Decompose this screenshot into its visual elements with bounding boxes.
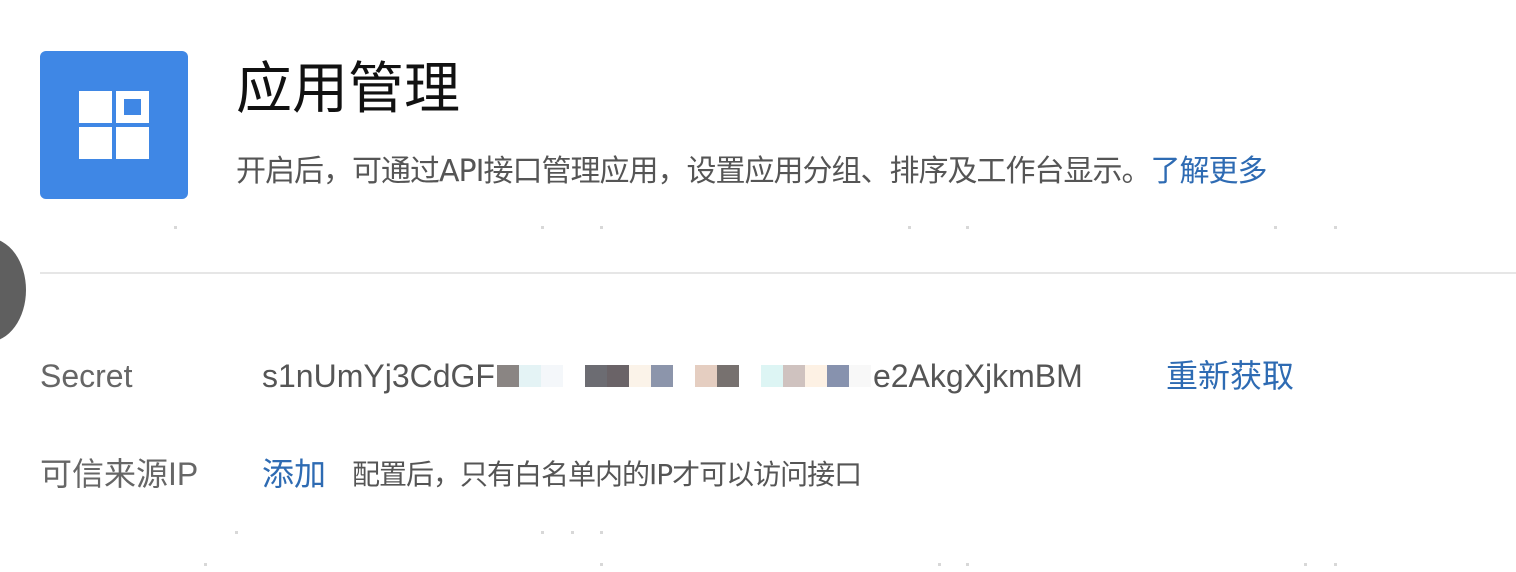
grid-dot: [204, 563, 207, 566]
grid-dot: [600, 563, 603, 566]
app-management-panel: 应用管理 开启后，可通过API接口管理应用，设置应用分组、排序及工作台显示。了解…: [0, 0, 1516, 572]
grid-dot: [541, 531, 544, 534]
grid-dot: [966, 226, 969, 229]
grid-dot: [235, 531, 238, 534]
side-scroll-handle[interactable]: [0, 238, 26, 342]
section-divider: [40, 272, 1516, 274]
grid-dot: [1274, 226, 1277, 229]
add-ip-link[interactable]: 添加: [262, 454, 326, 494]
description-text: 开启后，可通过API接口管理应用，设置应用分组、排序及工作台显示。: [236, 154, 1151, 189]
grid-dot: [1334, 226, 1337, 229]
learn-more-link[interactable]: 了解更多: [1150, 154, 1267, 189]
page-description: 开启后，可通过API接口管理应用，设置应用分组、排序及工作台显示。了解更多: [236, 152, 1267, 192]
grid-dot: [600, 226, 603, 229]
page-title: 应用管理: [236, 57, 460, 122]
grid-dot: [541, 226, 544, 229]
grid-dot: [938, 563, 941, 566]
secret-value-prefix: s1nUmYj3CdGF: [262, 358, 495, 394]
grid-dot: [1304, 563, 1307, 566]
grid-dot: [600, 531, 603, 534]
grid-dot: [174, 226, 177, 229]
secret-value: s1nUmYj3CdGF e2AkgXjkmBM: [262, 356, 1083, 396]
grid-dot: [571, 531, 574, 534]
grid-dot: [1334, 563, 1337, 566]
secret-value-suffix: e2AkgXjkmBM: [872, 358, 1083, 394]
grid-dot: [908, 226, 911, 229]
secret-label: Secret: [40, 358, 133, 394]
refresh-secret-link[interactable]: 重新获取: [1166, 356, 1294, 396]
secret-redacted-mosaic: [496, 356, 871, 396]
trusted-ip-label: 可信来源IP: [40, 456, 199, 492]
app-grid-icon: [40, 51, 188, 199]
grid-dot: [966, 563, 969, 566]
trusted-ip-hint: 配置后，只有白名单内的IP才可以访问接口: [352, 458, 862, 491]
